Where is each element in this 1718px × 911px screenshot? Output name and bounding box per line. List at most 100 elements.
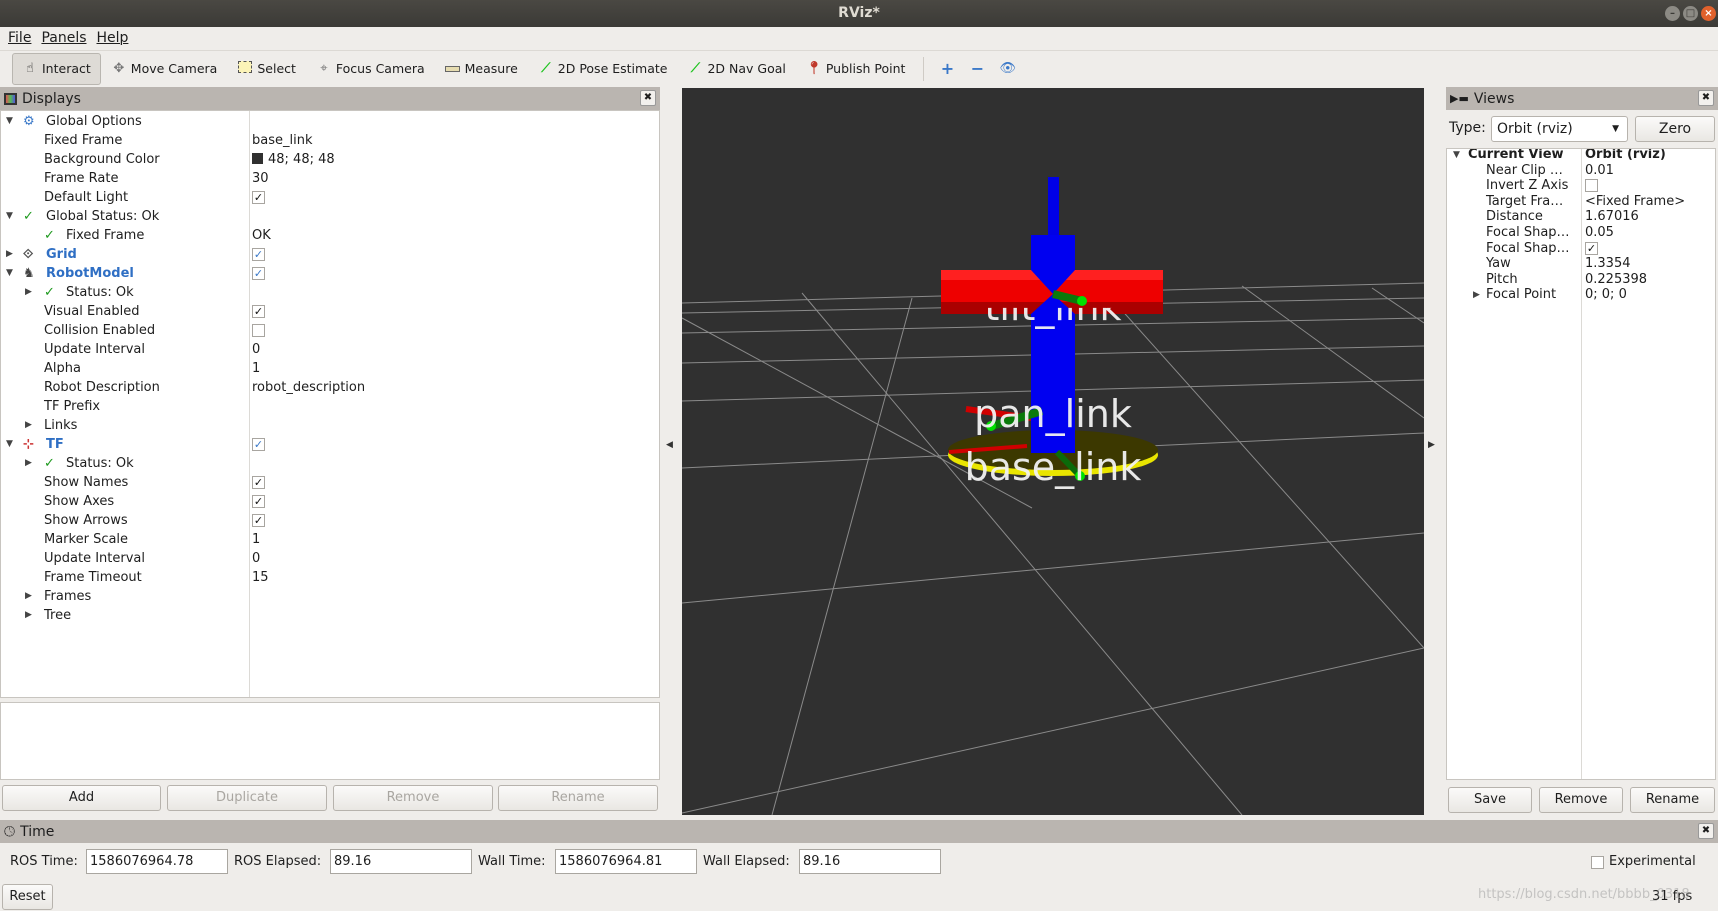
tool-2d-pose-estimate[interactable]: ⟋ 2D Pose Estimate	[528, 53, 678, 85]
rename-view-button[interactable]: Rename	[1630, 787, 1715, 813]
wall-time-field[interactable]: 1586076964.81	[555, 849, 697, 874]
checkbox[interactable]: ✓	[252, 476, 265, 489]
menu-help[interactable]: Help	[97, 30, 129, 46]
view-property-row[interactable]: Invert Z Axis	[1447, 178, 1715, 194]
close-window-button[interactable]: ×	[1701, 6, 1716, 21]
display-row[interactable]: ▶ Frames	[1, 587, 659, 606]
checkbox[interactable]: ✓	[252, 495, 265, 508]
remove-tool-button[interactable]: −	[962, 53, 992, 85]
collapse-arrow-icon[interactable]: ▼	[6, 435, 13, 454]
checkbox[interactable]: ✓	[252, 305, 265, 318]
checkbox[interactable]: ✓	[252, 191, 265, 204]
display-row[interactable]: Visual Enabled ✓	[1, 302, 659, 321]
wall-elapsed-field[interactable]: 89.16	[799, 849, 941, 874]
display-row[interactable]: Show Axes ✓	[1, 492, 659, 511]
display-row[interactable]: Frame Rate 30	[1, 169, 659, 188]
tool-move-camera[interactable]: ✥ Move Camera	[101, 53, 228, 85]
displays-tree[interactable]: ▼ ⚙ Global Options Fixed Frame base_link Back…	[0, 110, 660, 698]
display-row[interactable]: ▶ ✓ Status: Ok	[1, 283, 659, 302]
zero-button[interactable]: Zero	[1635, 116, 1715, 142]
checkbox[interactable]: ✓	[1585, 241, 1598, 255]
view-property-row[interactable]: Yaw 1.3354	[1447, 256, 1715, 272]
menu-panels[interactable]: Panels	[41, 30, 86, 46]
display-row[interactable]: Alpha 1	[1, 359, 659, 378]
display-value[interactable]: ✓	[252, 511, 265, 530]
checkbox[interactable]: ✓	[252, 248, 265, 261]
display-row[interactable]: Show Arrows ✓	[1, 511, 659, 530]
display-value[interactable]: ✓	[252, 188, 265, 207]
collapse-right-handle[interactable]: ▶	[1428, 440, 1435, 450]
collapse-arrow-icon[interactable]: ▼	[1453, 149, 1460, 163]
add-display-button[interactable]: Add	[2, 785, 161, 811]
display-row[interactable]: Collision Enabled	[1, 321, 659, 340]
display-value[interactable]: ✓	[252, 473, 265, 492]
ros-time-field[interactable]: 1586076964.78	[86, 849, 228, 874]
rename-display-button[interactable]: Rename	[498, 785, 658, 811]
display-row[interactable]: Marker Scale 1	[1, 530, 659, 549]
view-property-value[interactable]	[1585, 178, 1598, 194]
remove-display-button[interactable]: Remove	[333, 785, 493, 811]
collapse-arrow-icon[interactable]: ▼	[6, 264, 13, 283]
duplicate-display-button[interactable]: Duplicate	[167, 785, 327, 811]
collapse-arrow-icon[interactable]: ▼	[6, 112, 13, 131]
display-row[interactable]: ▼ ⚙ Global Options	[1, 112, 659, 131]
checkbox[interactable]: ✓	[252, 267, 265, 280]
checkbox[interactable]	[1585, 179, 1598, 193]
menu-file[interactable]: File	[8, 30, 31, 46]
display-row[interactable]: Default Light ✓	[1, 188, 659, 207]
display-row[interactable]: ✓ Fixed Frame OK	[1, 226, 659, 245]
collapse-arrow-icon[interactable]: ▼	[6, 207, 13, 226]
expand-arrow-icon[interactable]: ▶	[25, 454, 32, 473]
view-property-row[interactable]: Target Fra… <Fixed Frame>	[1447, 194, 1715, 210]
view-property-row[interactable]: ▼ Current View Orbit (rviz)	[1447, 149, 1715, 163]
display-row[interactable]: Show Names ✓	[1, 473, 659, 492]
close-panel-button[interactable]: ✖	[1698, 90, 1714, 106]
ros-elapsed-field[interactable]: 89.16	[330, 849, 472, 874]
display-value[interactable]: ✓	[252, 302, 265, 321]
view-property-row[interactable]: Near Clip … 0.01	[1447, 163, 1715, 179]
display-row[interactable]: ▶ ✓ Status: Ok	[1, 454, 659, 473]
expand-arrow-icon[interactable]: ▶	[25, 283, 32, 302]
display-row[interactable]: ▶ ⟐ Grid ✓	[1, 245, 659, 264]
display-row[interactable]: TF Prefix	[1, 397, 659, 416]
display-value[interactable]: ✓	[252, 492, 265, 511]
tool-publish-point[interactable]: 📍︎ Publish Point	[796, 53, 916, 85]
view-property-row[interactable]: Focal Shap… ✓	[1447, 241, 1715, 257]
tool-focus-camera[interactable]: ⌖ Focus Camera	[306, 53, 435, 85]
close-panel-button[interactable]: ✖	[1698, 823, 1714, 839]
display-value[interactable]: ✓	[252, 435, 265, 454]
save-view-button[interactable]: Save	[1448, 787, 1532, 813]
3d-viewport[interactable]: tilt_link pan_link base_link	[682, 88, 1424, 815]
view-property-row[interactable]: Focal Shap… 0.05	[1447, 225, 1715, 241]
view-property-value[interactable]: ✓	[1585, 241, 1598, 257]
views-tree[interactable]: ▼ Current View Orbit (rviz) Near Clip … 0.01…	[1446, 148, 1716, 780]
display-value[interactable]: ✓	[252, 264, 265, 283]
display-value[interactable]: ✓	[252, 245, 265, 264]
view-property-row[interactable]: ▶ Focal Point 0; 0; 0	[1447, 287, 1715, 303]
tool-measure[interactable]: Measure	[435, 53, 528, 85]
tool-interact[interactable]: ☝ Interact	[12, 52, 101, 85]
expand-arrow-icon[interactable]: ▶	[6, 245, 13, 264]
close-panel-button[interactable]: ✖	[640, 90, 656, 106]
remove-view-button[interactable]: Remove	[1539, 787, 1623, 813]
expand-arrow-icon[interactable]: ▶	[25, 587, 32, 606]
display-row[interactable]: Update Interval 0	[1, 340, 659, 359]
view-property-row[interactable]: Distance 1.67016	[1447, 209, 1715, 225]
tool-properties-button[interactable]: 👁︎	[992, 53, 1022, 85]
checkbox[interactable]	[252, 324, 265, 337]
display-row[interactable]: Fixed Frame base_link	[1, 131, 659, 150]
add-tool-button[interactable]: +	[932, 53, 962, 85]
display-row[interactable]: ▼ ⊹ TF ✓	[1, 435, 659, 454]
display-row[interactable]: ▶ Tree	[1, 606, 659, 625]
display-row[interactable]: Frame Timeout 15	[1, 568, 659, 587]
display-row[interactable]: Update Interval 0	[1, 549, 659, 568]
tool-2d-nav-goal[interactable]: ⟋ 2D Nav Goal	[677, 53, 795, 85]
display-row[interactable]: ▼ ♞ RobotModel ✓	[1, 264, 659, 283]
maximize-button[interactable]: □	[1683, 6, 1698, 21]
view-property-row[interactable]: Pitch 0.225398	[1447, 272, 1715, 288]
reset-button[interactable]: Reset	[2, 884, 53, 910]
experimental-checkbox[interactable]	[1591, 856, 1604, 869]
display-row[interactable]: ▶ Links	[1, 416, 659, 435]
display-row[interactable]: Robot Description robot_description	[1, 378, 659, 397]
collapse-left-handle[interactable]: ◀	[666, 440, 673, 450]
